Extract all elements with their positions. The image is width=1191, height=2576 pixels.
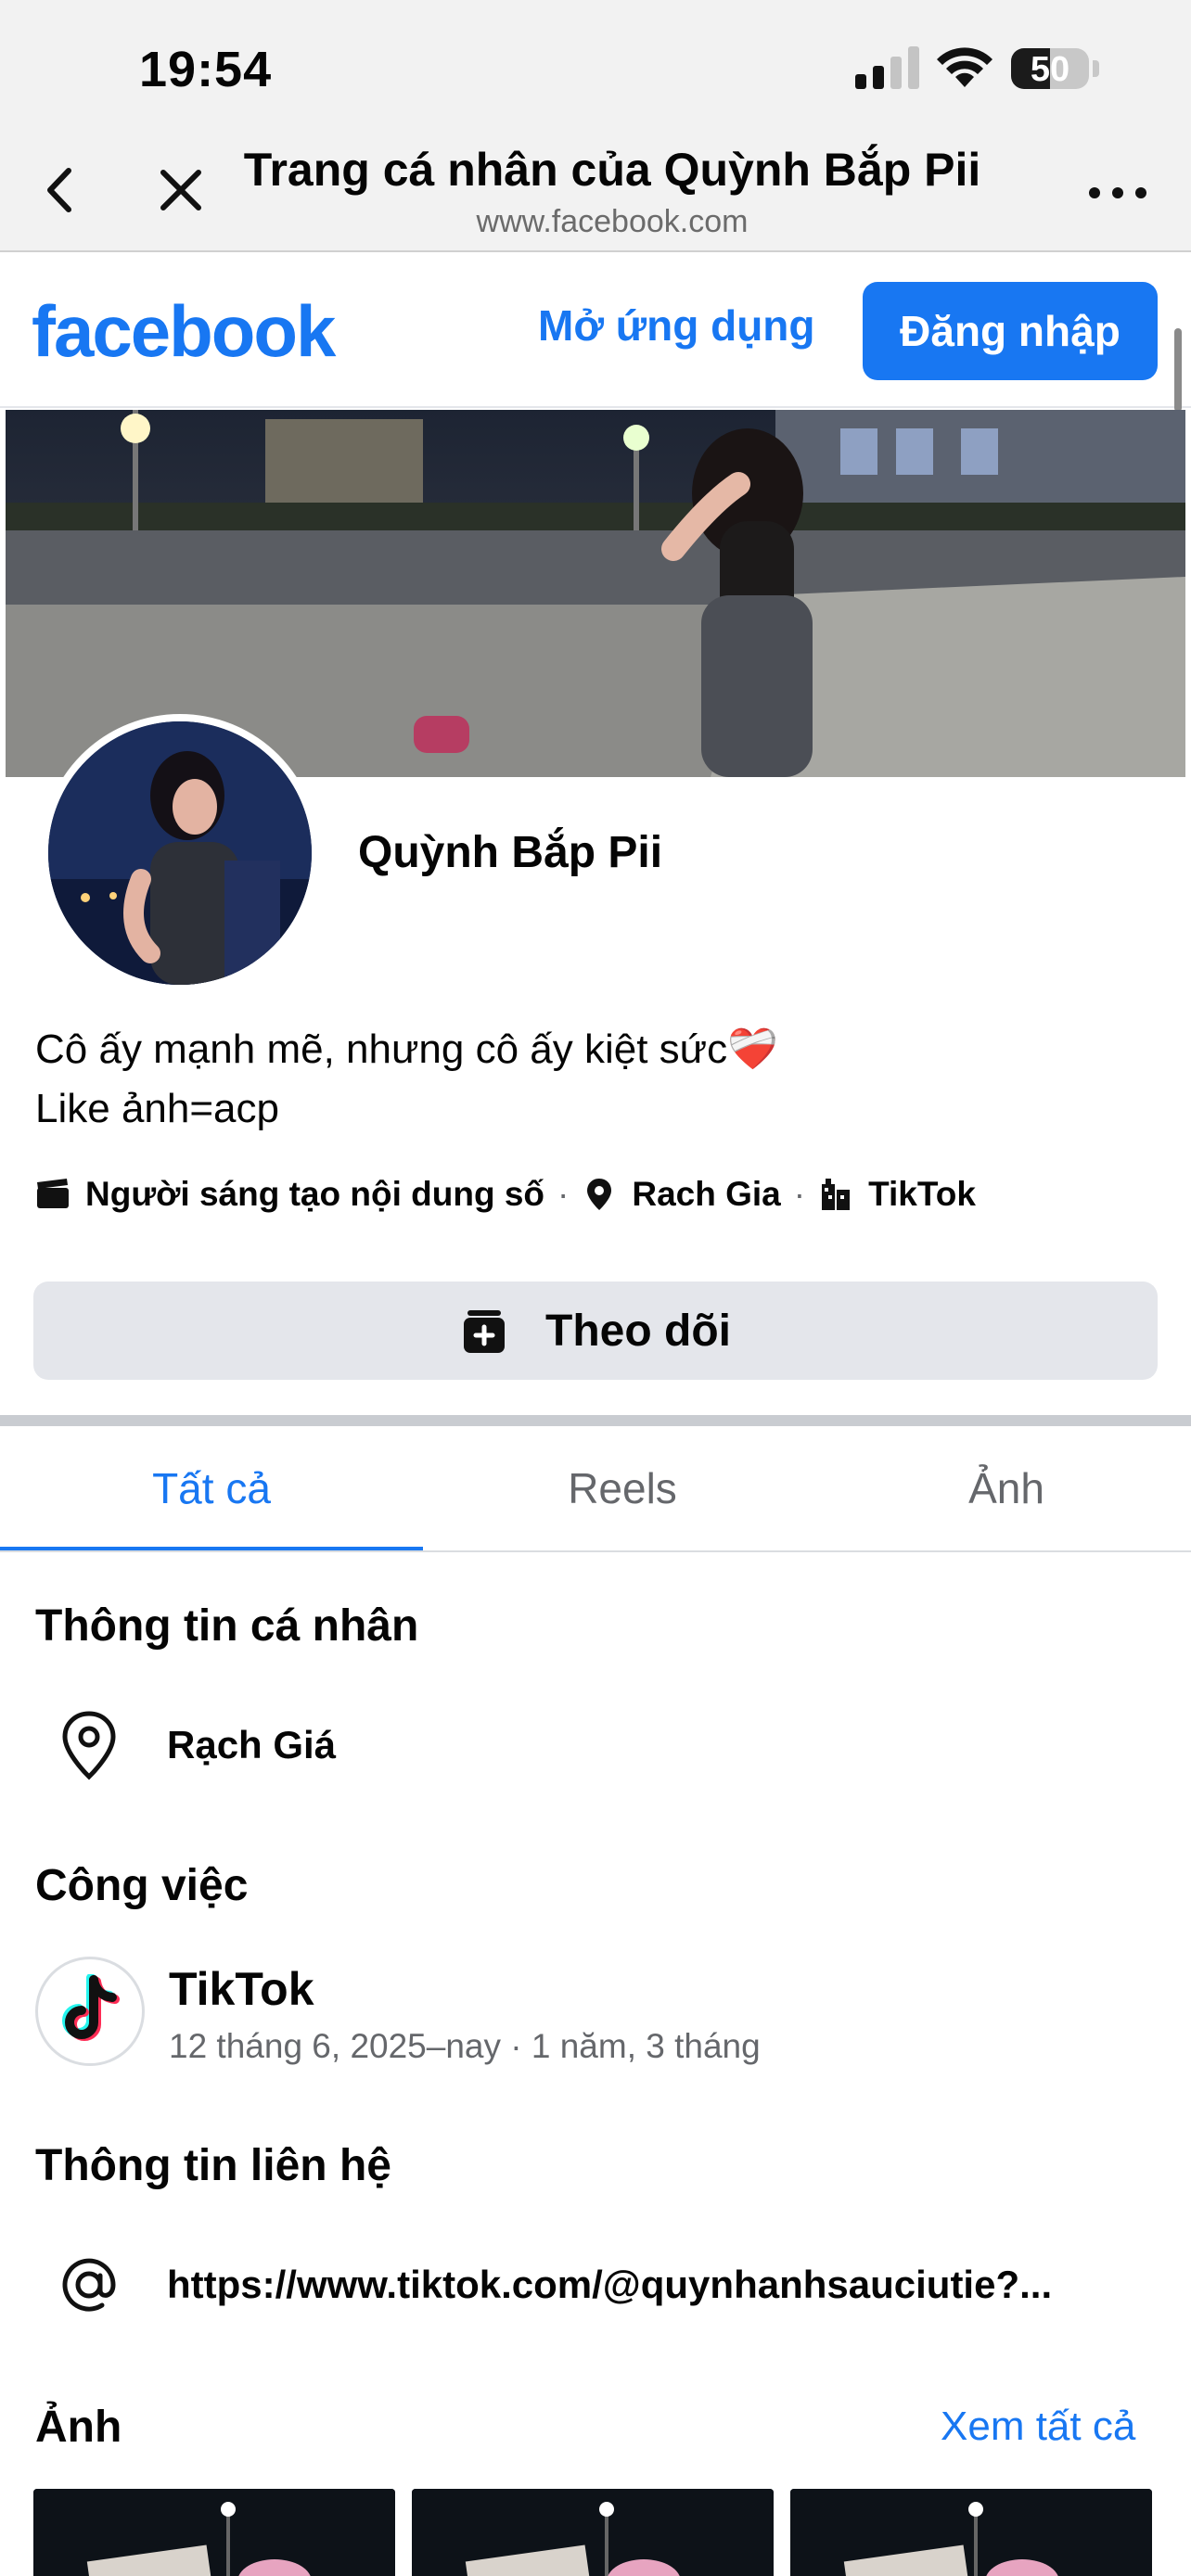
category-text: Người sáng tạo nội dung số (85, 1175, 545, 1213)
personal-info-heading: Thông tin cá nhân (35, 1601, 419, 1651)
tab-all[interactable]: Tất cả (0, 1426, 423, 1550)
work-dates: 12 tháng 6, 2025–nay · 1 năm, 3 tháng (169, 2027, 761, 2065)
scrollbar[interactable] (1174, 328, 1182, 412)
status-time: 19:54 (139, 42, 273, 97)
location-row: Rạch Giá (35, 1699, 336, 1792)
photo-thumbnail[interactable] (33, 2489, 395, 2576)
tab-reels[interactable]: Reels (423, 1426, 822, 1550)
browser-header: Trang cá nhân của Quỳnh Bắp Pii www.face… (0, 130, 1191, 252)
follow-button[interactable]: Theo dõi (33, 1282, 1158, 1380)
work-company[interactable]: TikTok (169, 1962, 314, 2016)
close-icon[interactable] (148, 158, 213, 223)
battery-percent: 50 (1030, 50, 1070, 89)
contact-heading: Thông tin liên hệ (35, 2141, 391, 2190)
building-icon (822, 1179, 851, 1210)
at-sign-icon (62, 2258, 116, 2312)
active-tab-indicator (0, 1547, 423, 1550)
profile-bio: Cô ấy mạnh mẽ, nhưng cô ấy kiệt sức❤️‍🩹 … (35, 1020, 778, 1139)
contact-link[interactable]: https://www.tiktok.com/@quynhanhsauciuti… (167, 2263, 1052, 2307)
workplace-text: TikTok (868, 1175, 976, 1213)
location-outline-icon (62, 1711, 116, 1780)
browser-page-title: Trang cá nhân của Quỳnh Bắp Pii (243, 144, 981, 196)
location-pin-icon (587, 1179, 612, 1210)
open-app-link[interactable]: Mở ứng dụng (538, 300, 814, 351)
work-heading: Công việc (35, 1861, 249, 1910)
bio-line-2: Like ảnh=acp (35, 1086, 279, 1131)
battery-icon: 50 (1011, 48, 1100, 91)
facebook-logo[interactable]: facebook (32, 289, 336, 374)
section-divider (0, 1415, 1191, 1426)
location-text: Rạch Giá (167, 1723, 337, 1766)
mending-heart-emoji: ❤️‍🩹 (727, 1027, 778, 1072)
status-bar: 19:54 50 (0, 0, 1191, 130)
profile-meta: Người sáng tạo nội dung số · Rach Gia · … (35, 1170, 976, 1218)
browser-url: www.facebook.com (476, 204, 749, 239)
login-button[interactable]: Đăng nhập (863, 282, 1158, 380)
photo-thumbnail[interactable] (790, 2489, 1152, 2576)
more-horizontal-icon[interactable] (1085, 176, 1150, 210)
bio-line-1: Cô ấy mạnh mẽ, nhưng cô ấy kiệt sức (35, 1027, 728, 1072)
wifi-icon (937, 47, 992, 87)
tiktok-logo[interactable] (35, 1957, 145, 2066)
cellular-signal-icon (855, 46, 919, 89)
profile-avatar[interactable] (41, 714, 319, 992)
follow-label: Theo dõi (545, 1306, 731, 1356)
photos-heading: Ảnh (35, 2403, 122, 2452)
contact-row[interactable]: https://www.tiktok.com/@quynhanhsauciuti… (35, 2238, 1052, 2331)
chevron-left-icon[interactable] (28, 158, 93, 223)
clapperboard-icon (37, 1179, 69, 1208)
photo-thumbnail[interactable] (412, 2489, 774, 2576)
follow-icon (464, 1310, 506, 1353)
see-all-photos-link[interactable]: Xem tất cả (941, 2404, 1135, 2450)
facebook-header: facebook Mở ứng dụng Đăng nhập (0, 252, 1191, 408)
profile-tabs: Tất cả Reels Ảnh (0, 1426, 1191, 1552)
city-text: Rach Gia (632, 1175, 781, 1213)
tab-photos[interactable]: Ảnh (822, 1426, 1191, 1550)
profile-name: Quỳnh Bắp Pii (358, 828, 663, 877)
tiktok-icon (62, 1974, 120, 2041)
